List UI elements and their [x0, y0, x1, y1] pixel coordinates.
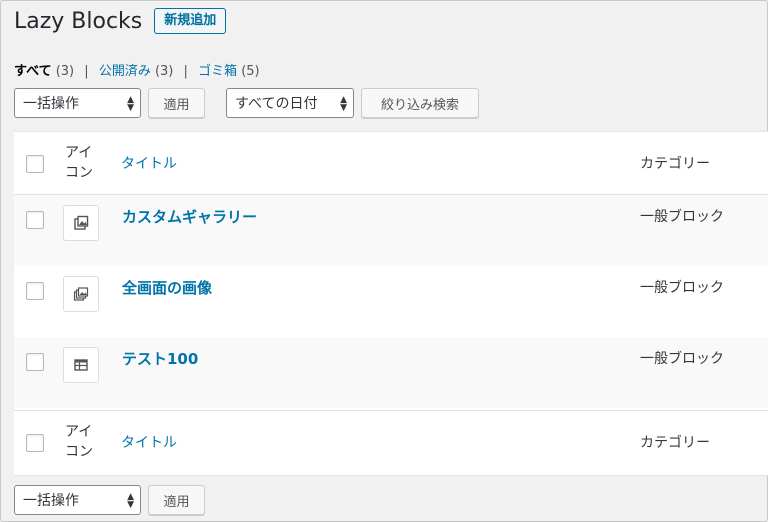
- filter-separator: |: [183, 64, 188, 79]
- apply-button-bottom[interactable]: 適用: [148, 485, 205, 515]
- select-all-checkbox[interactable]: [26, 434, 44, 452]
- row-title-link[interactable]: カスタムギャラリー: [122, 206, 257, 227]
- row-category: 一般ブロック: [640, 280, 724, 296]
- tablenav-top: 一括操作 ▲ ▼ 適用 すべての日付 ▲ ▼ 絞り込み検索: [14, 88, 479, 118]
- table-row: テスト100 一般ブロック: [14, 337, 768, 408]
- table-header: アイコン タイトル カテゴリー: [14, 132, 768, 195]
- blocks-table: アイコン タイトル カテゴリー カスタムギャラリー 一般ブロック 全画面の画像 …: [14, 131, 768, 476]
- select-arrows-icon: ▲ ▼: [127, 492, 134, 510]
- column-icon-header: アイコン: [65, 145, 93, 181]
- bulk-action-value: 一括操作: [23, 493, 79, 509]
- page-header: Lazy Blocks 新規追加: [14, 8, 227, 34]
- bulk-action-select[interactable]: 一括操作 ▲ ▼: [14, 88, 141, 118]
- gallery-icon: [63, 205, 99, 241]
- column-title-header[interactable]: タイトル: [121, 153, 177, 173]
- bulk-action-value: 一括操作: [23, 96, 79, 112]
- column-category-header: カテゴリー: [640, 156, 710, 172]
- page-title: Lazy Blocks: [14, 8, 143, 34]
- table-icon: [63, 347, 99, 383]
- filter-all-count: (3): [55, 64, 75, 79]
- date-filter-select[interactable]: すべての日付 ▲ ▼: [226, 88, 354, 118]
- select-arrows-icon: ▲ ▼: [127, 95, 134, 113]
- row-title-link[interactable]: 全画面の画像: [122, 277, 212, 298]
- column-category-footer: カテゴリー: [640, 435, 710, 451]
- tablenav-bottom: 一括操作 ▲ ▼ 適用: [14, 485, 205, 515]
- column-title-footer[interactable]: タイトル: [121, 432, 177, 452]
- filter-separator: |: [84, 64, 89, 79]
- table-row: カスタムギャラリー 一般ブロック: [14, 195, 768, 266]
- status-filters: すべて (3) | 公開済み (3) | ゴミ箱 (5): [14, 60, 260, 79]
- images-icon: [63, 276, 99, 312]
- table-footer: アイコン タイトル カテゴリー: [14, 410, 768, 473]
- row-category: 一般ブロック: [640, 351, 724, 367]
- add-new-button[interactable]: 新規追加: [154, 8, 227, 34]
- filter-trash-count: (5): [241, 64, 260, 79]
- row-checkbox[interactable]: [26, 211, 44, 229]
- row-checkbox[interactable]: [26, 282, 44, 300]
- table-row: 全画面の画像 一般ブロック: [14, 266, 768, 337]
- select-arrows-icon: ▲ ▼: [340, 95, 347, 113]
- filter-trash[interactable]: ゴミ箱: [198, 64, 237, 79]
- filter-published-count: (3): [154, 64, 174, 79]
- filter-button[interactable]: 絞り込み検索: [361, 88, 479, 118]
- bulk-action-select-bottom[interactable]: 一括操作 ▲ ▼: [14, 485, 141, 515]
- row-title-link[interactable]: テスト100: [122, 348, 198, 369]
- date-filter-value: すべての日付: [235, 96, 318, 112]
- row-checkbox[interactable]: [26, 353, 44, 371]
- filter-all[interactable]: すべて: [14, 64, 52, 79]
- select-all-checkbox[interactable]: [26, 155, 44, 173]
- apply-button[interactable]: 適用: [148, 88, 205, 118]
- filter-published[interactable]: 公開済み: [99, 64, 151, 79]
- column-icon-footer: アイコン: [65, 424, 93, 460]
- row-category: 一般ブロック: [640, 209, 724, 225]
